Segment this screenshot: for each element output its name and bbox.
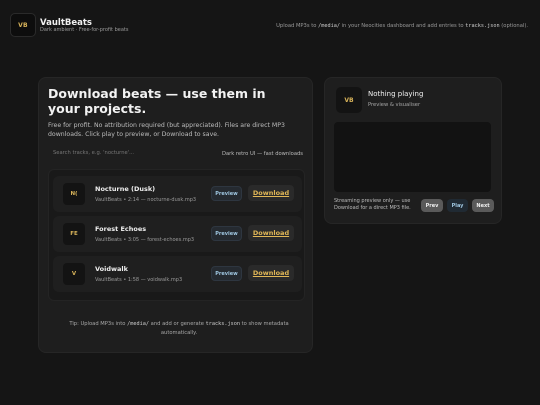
track-row[interactable]: N( Nocturne (Dusk) VaultBeats • 2:14 — n… bbox=[53, 176, 302, 212]
search-input[interactable] bbox=[48, 146, 198, 160]
download-button[interactable]: Download bbox=[248, 185, 294, 201]
preview-button[interactable]: Preview bbox=[211, 226, 242, 241]
brand-logo[interactable]: VB bbox=[10, 13, 36, 37]
track-row[interactable]: V Voidwalk VaultBeats • 1:58 — voidwalk.… bbox=[53, 256, 302, 292]
player-panel: VB Nothing playing Preview & visualiser … bbox=[324, 77, 502, 224]
now-playing-title: Nothing playing bbox=[368, 90, 424, 98]
preview-button[interactable]: Preview bbox=[211, 266, 242, 281]
tip-mid: and add or generate bbox=[149, 321, 206, 327]
track-row[interactable]: FE Forest Echoes VaultBeats • 3:05 — for… bbox=[53, 216, 302, 252]
hint-code-tracks: tracks.json bbox=[465, 23, 500, 29]
track-meta: VaultBeats • 2:14 — nocturne-dusk.mp3 bbox=[95, 197, 197, 203]
player-artwork: VB bbox=[336, 87, 362, 113]
track-thumbnail: FE bbox=[63, 223, 85, 245]
preview-button[interactable]: Preview bbox=[211, 186, 242, 201]
stream-note: Streaming preview only — use Download fo… bbox=[334, 198, 411, 211]
tip-prefix: Tip: Upload MP3s into bbox=[69, 321, 128, 327]
track-thumbnail: N( bbox=[63, 183, 85, 205]
play-button[interactable]: Play bbox=[447, 199, 468, 212]
hint-code-media: /media/ bbox=[318, 23, 340, 29]
download-panel: Download beats — use them in your projec… bbox=[38, 77, 313, 353]
download-button[interactable]: Download bbox=[248, 265, 294, 281]
visualiser-canvas bbox=[334, 122, 491, 192]
hint-mid: in your Neocities dashboard and add entr… bbox=[339, 23, 466, 29]
upload-hint: Upload MP3s to /media/ in your Neocities… bbox=[276, 23, 528, 29]
top-bar: VB VaultBeats Dark ambient · Free-for-pr… bbox=[0, 0, 540, 50]
track-meta: VaultBeats • 3:05 — forest-echoes.mp3 bbox=[95, 237, 195, 243]
track-name: Forest Echoes bbox=[95, 225, 147, 233]
track-thumbnail: V bbox=[63, 263, 85, 285]
hint-suffix: (optional). bbox=[499, 23, 528, 29]
download-button[interactable]: Download bbox=[248, 225, 294, 241]
next-button[interactable]: Next bbox=[472, 199, 494, 212]
page-description: Free for profit. No attribution required… bbox=[48, 122, 285, 138]
tip-code-media: /media/ bbox=[127, 321, 150, 327]
prev-button[interactable]: Prev bbox=[421, 199, 443, 212]
upload-tip: Tip: Upload MP3s into /media/ and add or… bbox=[59, 320, 299, 338]
track-name: Nocturne (Dusk) bbox=[95, 185, 156, 193]
hint-prefix: Upload MP3s to bbox=[276, 23, 319, 29]
player-subtitle: Preview & visualiser bbox=[368, 102, 421, 108]
track-meta: VaultBeats • 1:58 — voidwalk.mp3 bbox=[95, 277, 183, 283]
track-name: Voidwalk bbox=[95, 265, 128, 273]
page-title: Download beats — use them in your projec… bbox=[48, 86, 266, 116]
brand-subtitle: Dark ambient · Free-for-profit beats bbox=[40, 27, 129, 33]
tip-code-tracks: tracks.json bbox=[205, 321, 240, 327]
track-list: N( Nocturne (Dusk) VaultBeats • 2:14 — n… bbox=[48, 169, 305, 301]
mode-note: Dark retro UI — fast downloads bbox=[221, 151, 303, 157]
